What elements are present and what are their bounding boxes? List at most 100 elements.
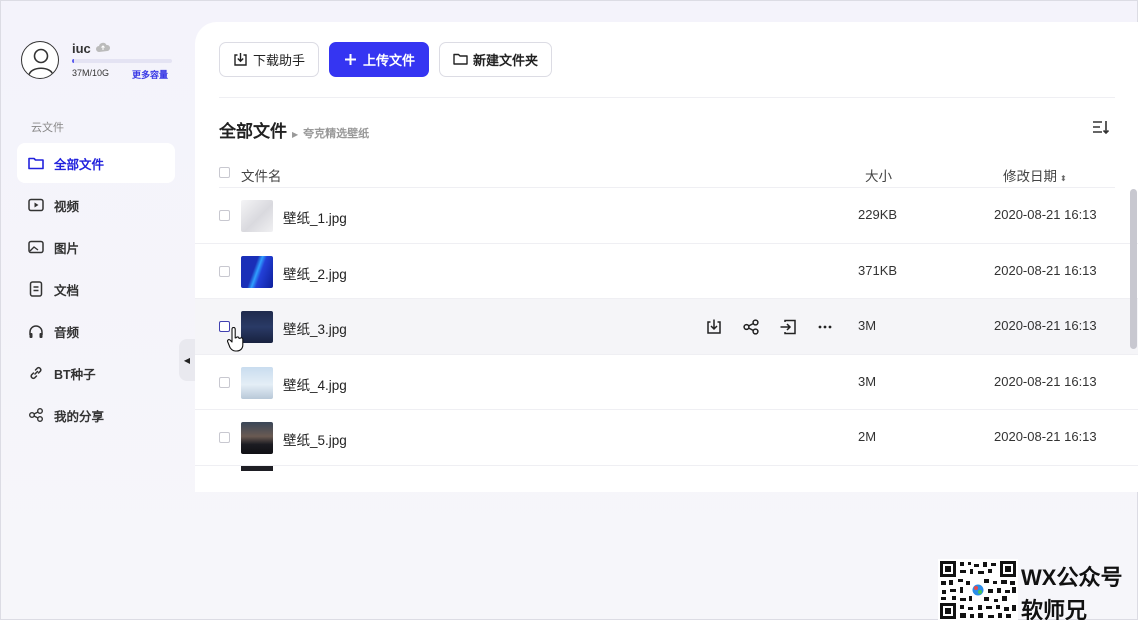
sidebar-item-label: 图片 xyxy=(54,241,80,256)
download-helper-label: 下载助手 xyxy=(253,53,306,68)
collapse-left-icon: ◀ xyxy=(183,355,191,365)
select-all-checkbox[interactable] xyxy=(219,167,230,178)
app-window: iuc 37M/10G 更多容量 云文件 全部文件 视频 图片 文档 音频 BT… xyxy=(0,0,1138,620)
table-header: 文件名 大小 修改日期 ⬍ xyxy=(219,152,1115,188)
sidebar-item-label: 我的分享 xyxy=(54,409,105,424)
column-header-size: 大小 xyxy=(865,169,892,184)
sidebar-item-documents[interactable]: 文档 xyxy=(17,269,175,309)
sidebar-item-my-shares[interactable]: 我的分享 xyxy=(17,395,175,435)
breadcrumb-current: 夸克精选壁纸 xyxy=(303,128,370,140)
sidebar-item-label: 视频 xyxy=(54,199,80,214)
file-name[interactable]: 壁纸_3.jpg xyxy=(283,318,347,338)
upload-file-label: 上传文件 xyxy=(363,53,416,68)
sidebar-collapse-handle[interactable]: ◀ xyxy=(179,339,195,381)
sidebar-item-images[interactable]: 图片 xyxy=(17,227,175,267)
new-folder-label: 新建文件夹 xyxy=(473,53,539,68)
sidebar-item-all-files[interactable]: 全部文件 xyxy=(17,143,175,183)
main-panel: 下载助手 上传文件 新建文件夹 全部文件 ▶ 夸克精选壁纸 文件名 大小 修改日… xyxy=(195,22,1138,492)
file-size: 371KB xyxy=(858,262,898,278)
link-icon xyxy=(28,365,44,381)
more-dots-icon xyxy=(818,325,832,329)
video-icon xyxy=(28,197,44,213)
sidebar-item-label: 文档 xyxy=(54,283,80,298)
file-name[interactable]: 壁纸_2.jpg xyxy=(283,263,347,283)
row-move-button[interactable] xyxy=(777,316,799,338)
column-header-name: 文件名 xyxy=(241,169,282,184)
sidebar-item-label: BT种子 xyxy=(54,367,96,382)
table-row[interactable]: 壁纸_4.jpg 3M 2020-08-21 16:13 xyxy=(195,355,1138,410)
breadcrumb: 全部文件 ▶ 夸克精选壁纸 xyxy=(219,117,369,142)
upload-file-button[interactable]: 上传文件 xyxy=(329,42,430,77)
user-avatar-icon xyxy=(28,48,54,76)
row-checkbox[interactable] xyxy=(219,265,230,277)
sidebar: iuc 37M/10G 更多容量 云文件 全部文件 视频 图片 文档 音频 BT… xyxy=(1,1,195,491)
table-row-partial xyxy=(195,465,1138,474)
row-checkbox[interactable] xyxy=(219,376,230,388)
sidebar-item-label: 全部文件 xyxy=(54,157,105,172)
file-thumbnail xyxy=(241,465,273,471)
file-size: 3M xyxy=(858,373,877,389)
row-actions xyxy=(703,316,851,338)
table-row[interactable]: 壁纸_1.jpg 229KB 2020-08-21 16:13 xyxy=(195,188,1138,244)
document-icon xyxy=(28,281,44,297)
sidebar-item-label: 音频 xyxy=(54,325,80,340)
headphones-icon xyxy=(28,323,44,339)
row-share-button[interactable] xyxy=(740,316,762,338)
table-row[interactable]: 壁纸_2.jpg 371KB 2020-08-21 16:13 xyxy=(195,244,1138,299)
file-size: 2M xyxy=(858,429,877,444)
sort-arrows-icon: ⬍ xyxy=(1060,174,1067,183)
column-header-date-label: 修改日期 xyxy=(1003,169,1057,184)
move-to-icon xyxy=(780,319,796,335)
quota-text: 37M/10G xyxy=(72,68,110,78)
download-icon xyxy=(707,319,721,334)
watermark-line2: 软师兄 xyxy=(1021,598,1088,620)
user-area: iuc 37M/10G 更多容量 xyxy=(21,41,181,81)
table-row[interactable]: 壁纸_5.jpg 2M 2020-08-21 16:13 xyxy=(195,410,1138,466)
toolbar: 下载助手 上传文件 新建文件夹 xyxy=(219,42,562,78)
more-space-link[interactable]: 更多容量 xyxy=(132,68,168,81)
sidebar-item-video[interactable]: 视频 xyxy=(17,185,175,225)
file-name[interactable]: 壁纸_5.jpg xyxy=(283,429,347,449)
download-icon xyxy=(233,52,248,67)
file-thumbnail xyxy=(241,311,273,343)
file-name[interactable]: 壁纸_4.jpg xyxy=(283,374,347,394)
plus-icon xyxy=(343,52,358,67)
column-header-date[interactable]: 修改日期 ⬍ xyxy=(1003,165,1067,185)
breadcrumb-separator-icon: ▶ xyxy=(292,130,299,139)
share-icon xyxy=(28,407,44,423)
new-folder-button[interactable]: 新建文件夹 xyxy=(439,42,553,77)
row-checkbox[interactable] xyxy=(219,210,230,221)
folder-icon xyxy=(453,52,468,67)
watermark: WX公众号 软师兄 xyxy=(938,559,1138,620)
quota-bar xyxy=(72,59,172,63)
table-row[interactable]: 壁纸_3.jpg 3M 2020-08-21 16:13 xyxy=(195,299,1138,355)
file-date: 2020-08-21 16:13 xyxy=(994,318,1097,333)
avatar[interactable] xyxy=(21,41,59,79)
file-table: 文件名 大小 修改日期 ⬍ 壁纸_1.jpg 229KB 2020-08-21 1… xyxy=(195,152,1138,474)
download-helper-button[interactable]: 下载助手 xyxy=(219,42,320,77)
sort-icon[interactable] xyxy=(1091,118,1111,136)
file-thumbnail xyxy=(241,366,273,399)
row-checkbox[interactable] xyxy=(219,432,230,443)
file-thumbnail xyxy=(241,422,273,454)
cloud-icon xyxy=(96,42,111,52)
file-date: 2020-08-21 16:13 xyxy=(994,262,1097,278)
row-download-button[interactable] xyxy=(703,316,725,338)
row-more-button[interactable] xyxy=(814,316,836,338)
file-date: 2020-08-21 16:13 xyxy=(994,373,1097,389)
file-date: 2020-08-21 16:13 xyxy=(994,429,1097,444)
file-size: 229KB xyxy=(858,207,898,222)
image-icon xyxy=(28,239,44,255)
share-icon xyxy=(743,319,759,335)
quota-fill xyxy=(72,59,74,63)
watermark-line1: WX公众号 xyxy=(1021,565,1123,590)
username: iuc xyxy=(72,41,91,56)
breadcrumb-root[interactable]: 全部文件 xyxy=(219,117,287,142)
file-name[interactable]: 壁纸_1.jpg xyxy=(283,207,347,227)
folder-icon xyxy=(28,155,44,171)
sidebar-item-audio[interactable]: 音频 xyxy=(17,311,175,351)
qr-code-icon xyxy=(938,559,1018,620)
scrollbar[interactable] xyxy=(1130,189,1137,349)
sidebar-item-bt-torrents[interactable]: BT种子 xyxy=(17,353,175,393)
toolbar-divider xyxy=(219,97,1115,98)
